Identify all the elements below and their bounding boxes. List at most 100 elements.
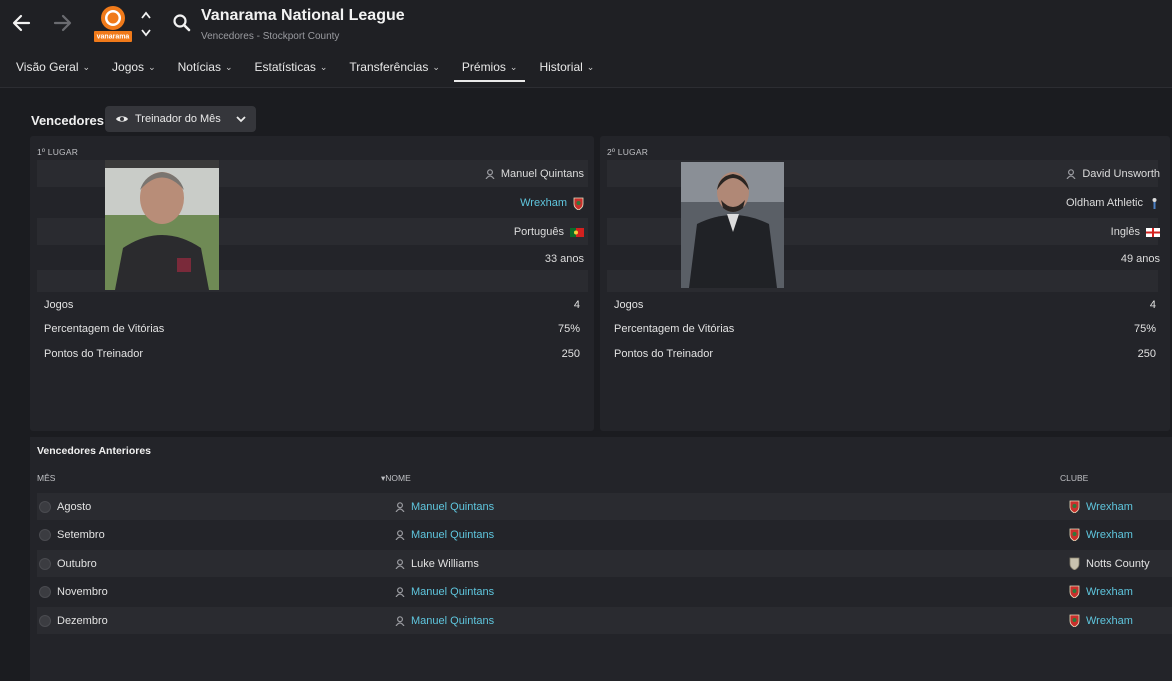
chevron-down-icon	[141, 29, 151, 37]
person-icon	[395, 501, 405, 512]
chevron-down-icon: ⌄	[586, 62, 595, 72]
person-icon	[395, 586, 405, 597]
manager-name: Luke Williams	[411, 557, 479, 570]
table-row[interactable]: Dezembro Manuel Quintans Wrexham	[37, 607, 1172, 634]
chevron-down-icon: ⌄	[432, 62, 440, 72]
manager-link[interactable]: Manuel Quintans	[411, 615, 494, 627]
tab-noticias[interactable]: Notícias ⌄	[170, 54, 241, 82]
portugal-flag-icon	[570, 227, 584, 237]
winner-club-row: Oldham Athletic	[1066, 193, 1160, 213]
tab-jogos[interactable]: Jogos ⌄	[104, 54, 164, 82]
person-icon	[1066, 169, 1076, 179]
month-icon	[39, 585, 51, 598]
column-header-club[interactable]: CLUBE	[1060, 473, 1088, 483]
chevron-down-icon: ⌄	[319, 62, 328, 72]
winner-age-row: 33 anos	[545, 249, 584, 269]
wrexham-crest-icon	[1069, 585, 1080, 598]
previous-winners-panel: Vencedores Anteriores MÊS ▾NOME CLUBE Ag…	[30, 437, 1172, 681]
winner-name: David Unsworth	[1082, 168, 1160, 180]
chevron-down-icon: ⌄	[82, 62, 91, 72]
winner-club-row: Wrexham	[520, 193, 584, 213]
winner-card-first: 1º LUGAR Manuel Quintans Wrexham Portugu…	[30, 136, 594, 431]
page-title: Vanarama National League	[201, 7, 405, 24]
winner-nationality: Inglês	[1110, 226, 1140, 238]
manager-link[interactable]: Manuel Quintans	[411, 586, 494, 598]
person-icon	[485, 169, 495, 179]
winner-club: Oldham Athletic	[1065, 197, 1143, 209]
manager-link[interactable]: Manuel Quintans	[411, 529, 494, 541]
place-label: 1º LUGAR	[37, 147, 79, 157]
notts-county-crest-icon	[1069, 557, 1080, 570]
stat-row: Jogos 4	[44, 299, 580, 311]
chevron-down-icon: ⌄	[509, 62, 518, 72]
person-icon	[395, 615, 405, 626]
month-icon	[39, 614, 51, 627]
svg-text:vanarama: vanarama	[97, 34, 130, 41]
winner-name: Manuel Quintans	[500, 168, 584, 180]
column-header-month[interactable]: MÊS	[37, 473, 55, 483]
winner-nationality-row: Inglês	[1111, 222, 1160, 242]
month-icon	[39, 557, 51, 570]
chevron-down-icon	[236, 116, 246, 123]
dropdown-label: Treinador do Mês	[135, 113, 221, 125]
chevron-down-icon: ⌄	[224, 62, 233, 72]
competition-switcher[interactable]	[138, 10, 154, 38]
club-link[interactable]: Wrexham	[1086, 615, 1133, 627]
stat-row: Jogos 4	[614, 299, 1156, 311]
tab-historial[interactable]: Historial ⌄	[531, 54, 602, 82]
wrexham-crest-icon	[1069, 500, 1080, 513]
table-row[interactable]: Outubro Luke Williams Notts County	[37, 550, 1172, 577]
tab-visao-geral[interactable]: Visão Geral ⌄	[8, 54, 98, 82]
competition-logo: vanarama	[92, 3, 134, 43]
arrow-right-icon	[53, 14, 72, 32]
tab-premios[interactable]: Prémios ⌄	[453, 54, 526, 82]
page-subtitle: Vencedores - Stockport County	[201, 31, 340, 42]
manager-photo	[105, 160, 219, 290]
chevron-down-icon: ⌄	[148, 62, 156, 72]
oldham-crest-icon	[1152, 197, 1157, 209]
forward-button[interactable]	[48, 8, 78, 38]
club-link[interactable]: Wrexham	[1086, 529, 1133, 541]
month-icon	[39, 500, 51, 513]
england-flag-icon	[1146, 227, 1160, 237]
month-icon	[39, 528, 51, 541]
place-label: 2º LUGAR	[607, 147, 649, 157]
top-bar: vanarama Vanarama National League Venced…	[0, 0, 1172, 88]
winner-club-link[interactable]: Wrexham	[520, 197, 567, 209]
stat-row: Percentagem de Vitórias 75%	[44, 323, 580, 335]
winner-card-second: 2º LUGAR David Unsworth Oldham Athletic …	[600, 136, 1170, 431]
club-link[interactable]: Wrexham	[1086, 501, 1133, 513]
person-icon	[395, 529, 405, 540]
club-link[interactable]: Wrexham	[1086, 586, 1133, 598]
column-header-name[interactable]: ▾NOME	[381, 473, 411, 484]
stat-row: Pontos do Treinador 250	[614, 348, 1156, 360]
table-row[interactable]: Agosto Manuel Quintans Wrexham	[37, 493, 1172, 520]
back-button[interactable]	[6, 8, 36, 38]
tab-estatisticas[interactable]: Estatísticas ⌄	[247, 54, 336, 82]
search-icon[interactable]	[172, 13, 192, 33]
table-row[interactable]: Novembro Manuel Quintans Wrexham	[37, 578, 1172, 605]
eye-icon	[116, 116, 128, 122]
wrexham-crest-icon	[1069, 614, 1080, 627]
tab-transferencias[interactable]: Transferências ⌄	[341, 54, 447, 82]
chevron-up-icon	[141, 11, 151, 19]
stat-row: Pontos do Treinador 250	[44, 348, 580, 360]
table-row[interactable]: Setembro Manuel Quintans Wrexham	[37, 521, 1172, 548]
previous-winners-title: Vencedores Anteriores	[37, 445, 151, 457]
stat-row: Percentagem de Vitórias 75%	[614, 323, 1156, 335]
winner-age: 33 anos	[544, 253, 584, 265]
winner-nationality: Português	[513, 226, 564, 238]
section-title: Vencedores	[31, 113, 104, 128]
person-icon	[395, 558, 405, 569]
manager-link[interactable]: Manuel Quintans	[411, 501, 494, 513]
winner-nationality-row: Português	[514, 222, 584, 242]
tab-bar: Visão Geral ⌄ Jogos ⌄ Notícias ⌄ Estatístic…	[8, 54, 608, 84]
wrexham-crest-icon	[573, 197, 584, 210]
manager-photo	[681, 162, 784, 288]
award-type-dropdown[interactable]: Treinador do Mês	[105, 106, 256, 132]
winner-name-row: David Unsworth	[1066, 164, 1160, 184]
club-name: Notts County	[1086, 557, 1150, 570]
winner-name-row: Manuel Quintans	[485, 164, 584, 184]
arrow-left-icon	[12, 14, 31, 32]
winner-age: 49 anos	[1120, 253, 1160, 265]
